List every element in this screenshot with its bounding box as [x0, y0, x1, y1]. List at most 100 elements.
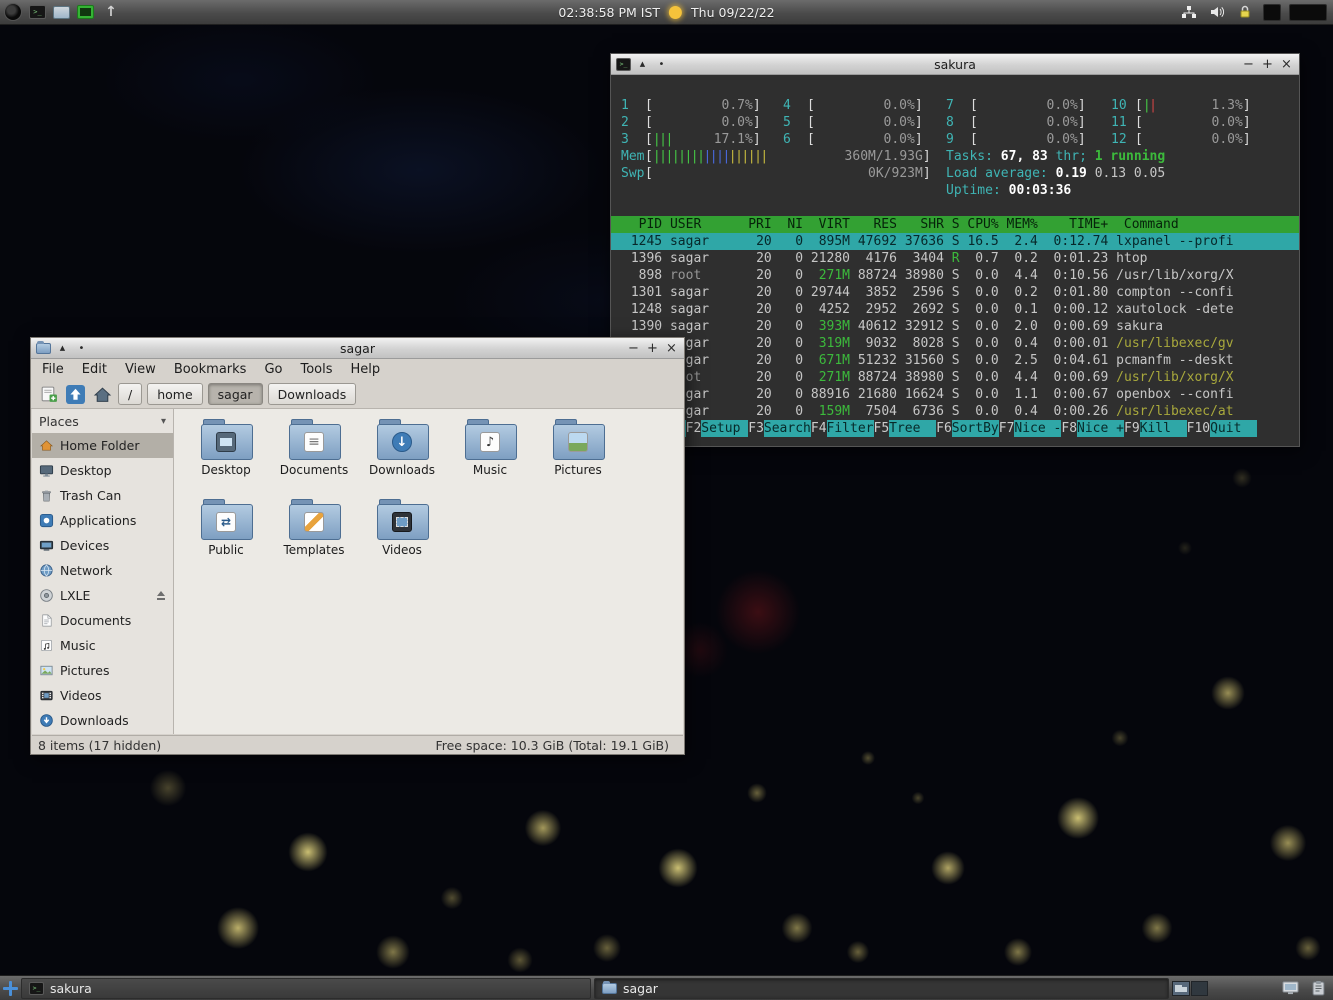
sidebar-item-trash-can[interactable]: Trash Can	[32, 483, 173, 508]
close-button[interactable]: ×	[1279, 55, 1294, 74]
sidebar-item-pictures[interactable]: Pictures	[32, 658, 173, 683]
folder-public[interactable]: Public	[182, 497, 270, 573]
process-table-header[interactable]: PID USER PRI NI VIRT RES SHR S CPU% MEM%…	[611, 216, 1299, 233]
new-tab-icon[interactable]	[37, 383, 59, 405]
path-button-home[interactable]: home	[147, 383, 202, 405]
fkey-f4[interactable]: F4	[811, 420, 827, 437]
sticky-button[interactable]: •	[654, 55, 669, 74]
process-row[interactable]: 1390 sagar 20 0 393M 40612 32912 S 0.0 2…	[611, 318, 1299, 335]
file-manager-titlebar[interactable]: ▲ • sagar − + ×	[31, 338, 684, 359]
workspace-pager[interactable]	[1172, 981, 1208, 996]
sidebar-item-downloads[interactable]: Downloads	[32, 708, 173, 733]
fkey-label[interactable]: Tree	[889, 420, 936, 437]
process-row[interactable]: 1248 sagar 20 0 4252 2952 2692 S 0.0 0.1…	[611, 301, 1299, 318]
menu-bookmarks[interactable]: Bookmarks	[165, 362, 256, 377]
close-button[interactable]: ×	[664, 339, 679, 358]
lock-icon[interactable]	[1235, 2, 1255, 22]
process-row[interactable]: 1396 sagar 20 0 21280 4176 3404 R 0.7 0.…	[611, 250, 1299, 267]
fkey-label[interactable]: Filter	[827, 420, 874, 437]
process-row[interactable]: root 20 0 271M 88724 38980 S 0.0 4.4 0:0…	[611, 369, 1299, 386]
file-manager-launcher-icon[interactable]	[53, 6, 70, 19]
sticky-button[interactable]: •	[74, 339, 89, 358]
maximize-button[interactable]: +	[1260, 55, 1275, 74]
fkey-label[interactable]: Nice +	[1077, 420, 1124, 437]
process-row[interactable]: sagar 20 0 159M 7504 6736 S 0.0 0.4 0:00…	[611, 403, 1299, 420]
tray-monitor-window[interactable]	[1289, 4, 1327, 21]
folder-pictures[interactable]: Pictures	[534, 417, 622, 493]
fkey-label[interactable]: Search	[764, 420, 811, 437]
process-row[interactable]: 1301 sagar 20 0 29744 3852 2596 S 0.0 0.…	[611, 284, 1299, 301]
sidebar-item-devices[interactable]: Devices	[32, 533, 173, 558]
fkey-label[interactable]: Setup	[701, 420, 748, 437]
minimize-button[interactable]: −	[626, 339, 641, 358]
menu-view[interactable]: View	[116, 362, 165, 377]
folder-videos[interactable]: Videos	[358, 497, 446, 573]
fkey-f8[interactable]: F8	[1061, 420, 1077, 437]
fkey-label[interactable]: SortBy	[952, 420, 999, 437]
fkey-f9[interactable]: F9	[1124, 420, 1140, 437]
process-row[interactable]: 1245 sagar 20 0 895M 47692 37636 S 16.5 …	[611, 233, 1299, 250]
screen-tool-icon[interactable]	[1280, 979, 1300, 997]
fkey-label[interactable]: Quit	[1210, 420, 1257, 437]
process-row[interactable]: sagar 20 0 671M 51232 31560 S 0.0 2.5 0:…	[611, 352, 1299, 369]
maximize-button[interactable]: +	[645, 339, 660, 358]
fkey-f6[interactable]: F6	[936, 420, 952, 437]
sidebar-item-music[interactable]: Music	[32, 633, 173, 658]
clipboard-tool-icon[interactable]	[1308, 979, 1328, 997]
path-button-root[interactable]: /	[118, 383, 142, 405]
terminal-content[interactable]: 1[0.7%]4[0.0%]7[0.0%]10[||1.3%]2[0.0%]5[…	[611, 75, 1299, 446]
tray-app-window[interactable]	[1263, 4, 1281, 21]
menu-help[interactable]: Help	[342, 362, 390, 377]
icon-view[interactable]: Desktop Documents Downloads Music Pictur…	[174, 409, 683, 734]
document-emblem-icon	[304, 432, 324, 452]
path-button-downloads[interactable]: Downloads	[268, 383, 357, 405]
sidebar-item-videos[interactable]: Videos	[32, 683, 173, 708]
sidebar-item-home-folder[interactable]: Home Folder	[32, 433, 173, 458]
sidebar-item-applications[interactable]: Applications	[32, 508, 173, 533]
terminal-launcher-icon[interactable]: >_	[29, 5, 46, 19]
workspace-1[interactable]	[1172, 981, 1190, 996]
fkey-f2[interactable]: F2	[686, 420, 702, 437]
process-row[interactable]: 898 root 20 0 271M 88724 38980 S 0.0 4.4…	[611, 267, 1299, 284]
menu-go[interactable]: Go	[255, 362, 291, 377]
volume-icon[interactable]	[1207, 2, 1227, 22]
folder-music[interactable]: Music	[446, 417, 534, 493]
home-icon[interactable]	[91, 383, 113, 405]
fkey-label[interactable]: Kill	[1140, 420, 1187, 437]
sidebar-item-desktop[interactable]: Desktop	[32, 458, 173, 483]
sidebar-item-documents[interactable]: Documents	[32, 608, 173, 633]
fkey-f5[interactable]: F5	[874, 420, 890, 437]
fkey-f10[interactable]: F10	[1187, 420, 1210, 437]
workspace-2[interactable]	[1191, 981, 1209, 996]
menu-edit[interactable]: Edit	[73, 362, 116, 377]
terminal-titlebar[interactable]: >_ ▲ • sakura − + ×	[611, 54, 1299, 75]
sidebar-item-network[interactable]: Network	[32, 558, 173, 583]
launcher-plus-icon[interactable]	[3, 981, 18, 996]
show-desktop-icon[interactable]: ↑	[101, 2, 121, 22]
fkey-f7[interactable]: F7	[999, 420, 1015, 437]
sidebar-item-lxle-volume[interactable]: LXLE	[32, 583, 173, 608]
path-button-sagar[interactable]: sagar	[208, 383, 263, 405]
folder-downloads[interactable]: Downloads	[358, 417, 446, 493]
menu-file[interactable]: File	[33, 362, 73, 377]
eject-icon[interactable]	[156, 591, 166, 600]
process-row[interactable]: sagar 20 0 88916 21680 16624 S 0.0 1.1 0…	[611, 386, 1299, 403]
fkey-label[interactable]: Nice -	[1014, 420, 1061, 437]
shade-button[interactable]: ▲	[635, 55, 650, 74]
weather-sun-icon[interactable]	[669, 6, 682, 19]
lxle-menu-icon[interactable]	[4, 3, 22, 21]
menu-tools[interactable]: Tools	[291, 362, 341, 377]
go-up-icon[interactable]	[64, 383, 86, 405]
network-icon[interactable]	[1179, 2, 1199, 22]
taskbar-button-sakura[interactable]: >_ sakura	[21, 978, 591, 999]
taskbar-button-sagar[interactable]: sagar	[594, 978, 1169, 999]
places-header[interactable]: Places ▾	[32, 409, 173, 433]
fkey-f3[interactable]: F3	[748, 420, 764, 437]
folder-documents[interactable]: Documents	[270, 417, 358, 493]
folder-templates[interactable]: Templates	[270, 497, 358, 573]
folder-desktop[interactable]: Desktop	[182, 417, 270, 493]
green-terminal-launcher-icon[interactable]	[77, 5, 94, 19]
shade-button[interactable]: ▲	[55, 339, 70, 358]
process-row[interactable]: sagar 20 0 319M 9032 8028 S 0.0 0.4 0:00…	[611, 335, 1299, 352]
minimize-button[interactable]: −	[1241, 55, 1256, 74]
